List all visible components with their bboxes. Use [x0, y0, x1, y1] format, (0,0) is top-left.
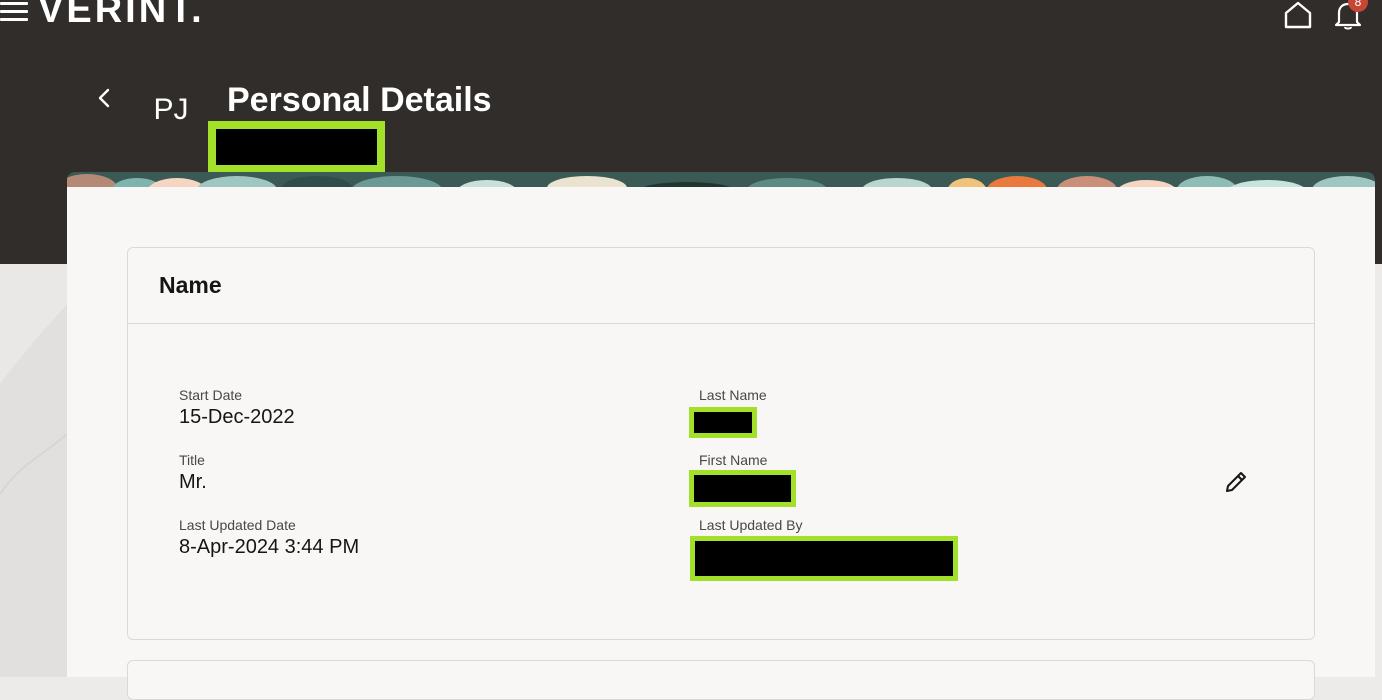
back-chevron-icon[interactable]	[92, 84, 116, 114]
pencil-icon[interactable]	[1222, 468, 1250, 496]
start-date-value: 15-Dec-2022	[179, 406, 295, 428]
title-label: Title	[179, 452, 205, 468]
redacted-last-updated-by	[690, 536, 958, 581]
start-date-label: Start Date	[179, 387, 243, 403]
title-value: Mr.	[179, 471, 207, 493]
home-icon[interactable]	[1282, 0, 1314, 30]
redacted-first-name	[689, 470, 796, 507]
last-updated-date-label: Last Updated Date	[179, 517, 296, 533]
redacted-person-name	[208, 121, 385, 173]
last-updated-date-value: 8-Apr-2024 3:44 PM	[179, 536, 360, 558]
divider	[128, 323, 1314, 324]
last-name-label: Last Name	[699, 387, 767, 403]
first-name-label: First Name	[699, 452, 768, 468]
verint-logo: VERINT.	[38, 0, 205, 31]
name-card	[127, 247, 1315, 640]
background-pattern	[0, 264, 68, 677]
avatar: PJ	[153, 93, 189, 126]
menu-icon[interactable]	[0, 2, 28, 24]
redacted-last-name	[689, 407, 757, 438]
page-title: Personal Details	[227, 81, 492, 119]
next-card	[127, 660, 1315, 700]
card-title: Name	[159, 272, 222, 298]
last-updated-by-label: Last Updated By	[699, 517, 803, 533]
